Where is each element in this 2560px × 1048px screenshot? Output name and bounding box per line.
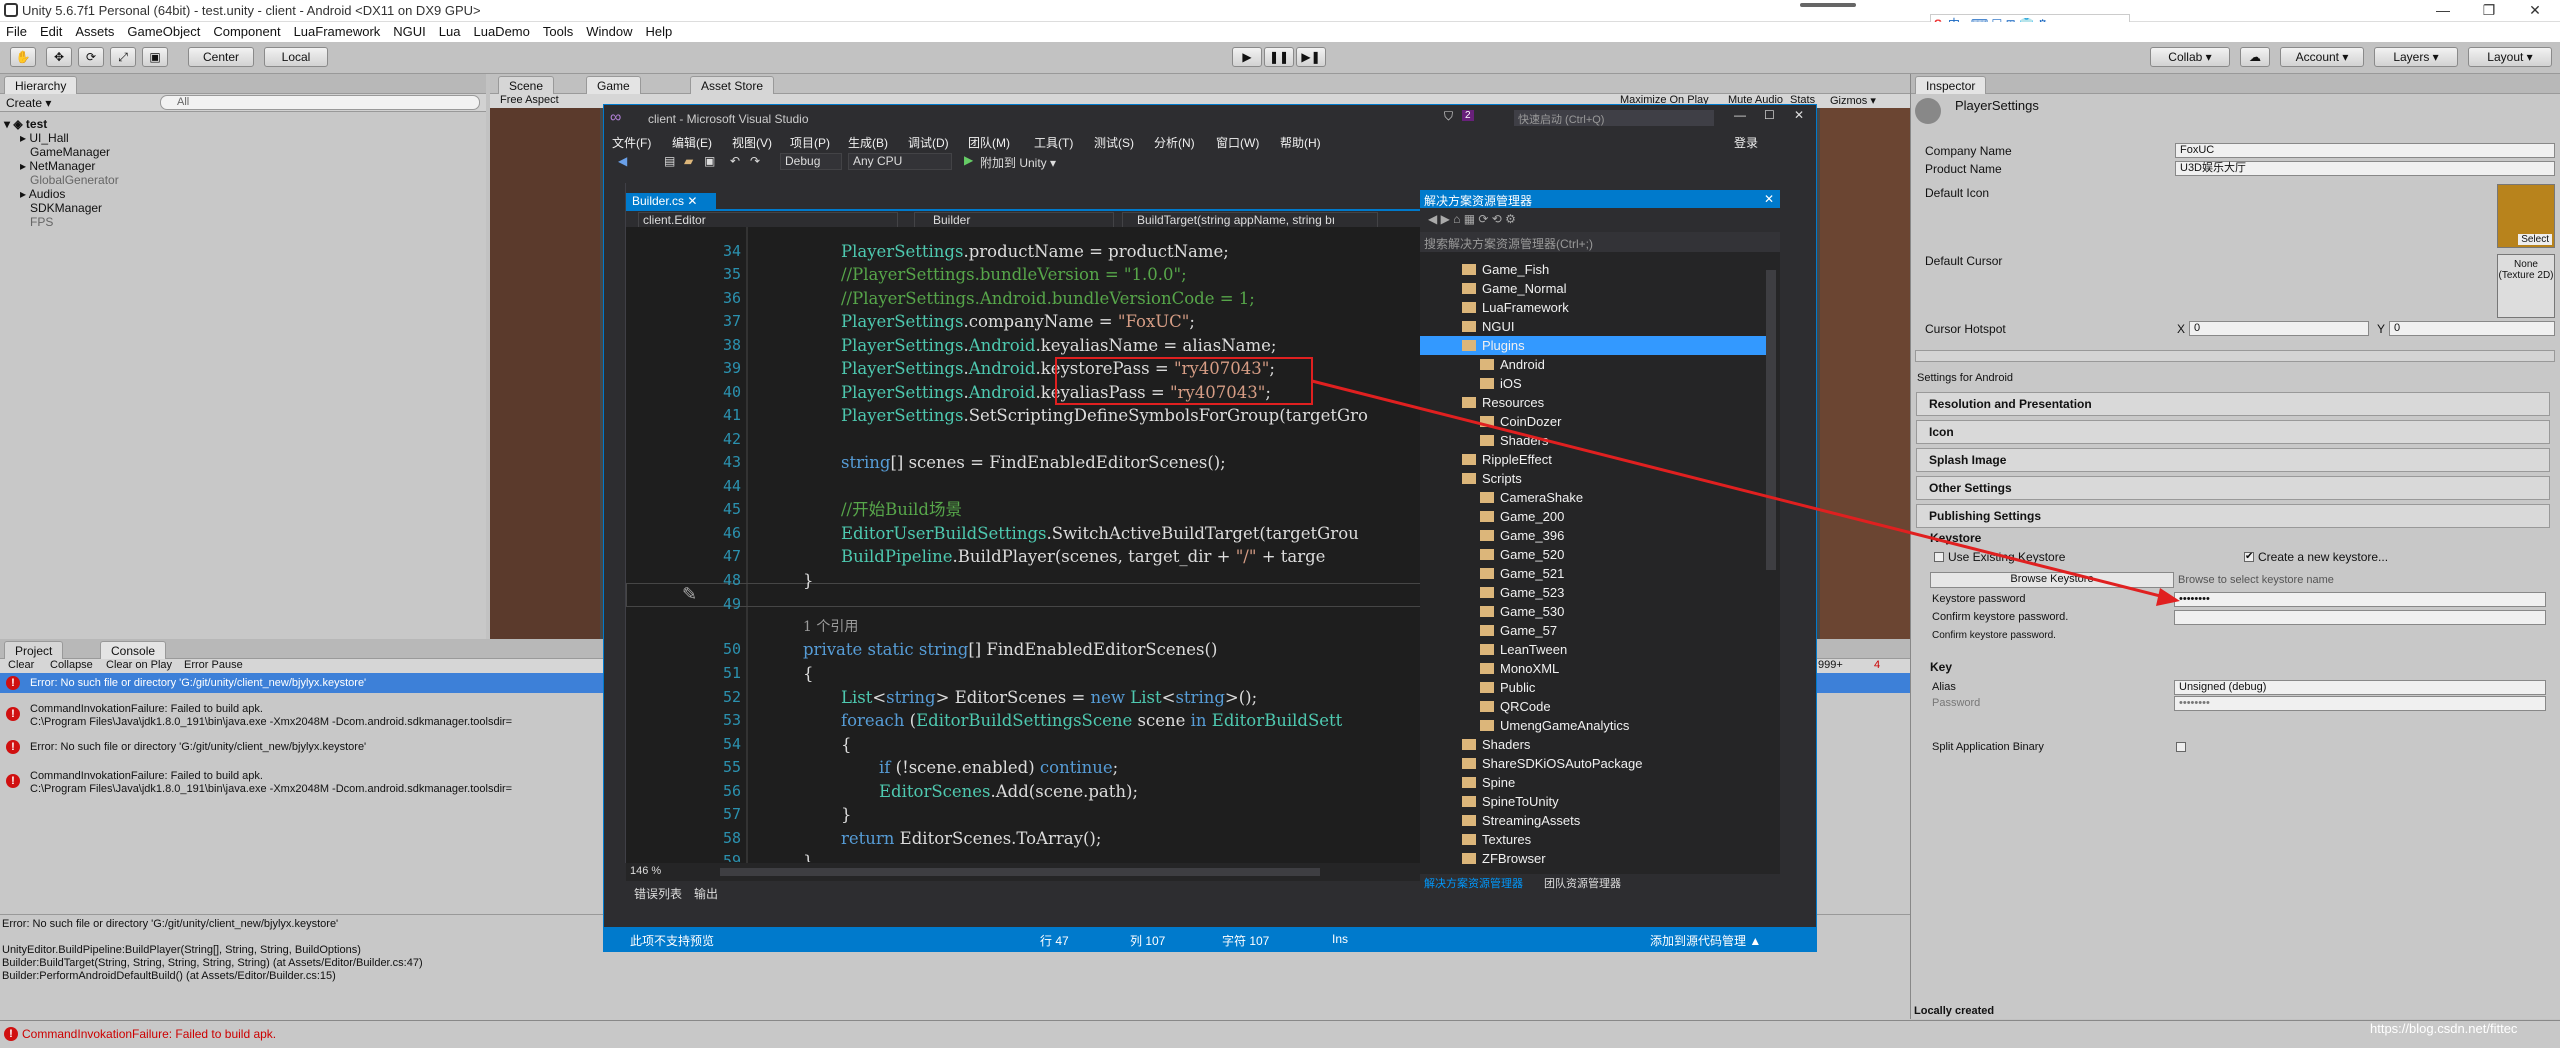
arrow-line	[1311, 379, 2169, 600]
unity-status-text: CommandInvokationFailure: Failed to buil…	[22, 1027, 277, 1041]
arrow-head	[2156, 588, 2180, 606]
error-icon: !	[4, 1027, 18, 1041]
unity-status-bar: ! CommandInvokationFailure: Failed to bu…	[0, 1020, 2560, 1048]
watermark: https://blog.csdn.net/fittec	[2370, 1021, 2518, 1036]
annotation-arrow	[1311, 379, 2180, 606]
